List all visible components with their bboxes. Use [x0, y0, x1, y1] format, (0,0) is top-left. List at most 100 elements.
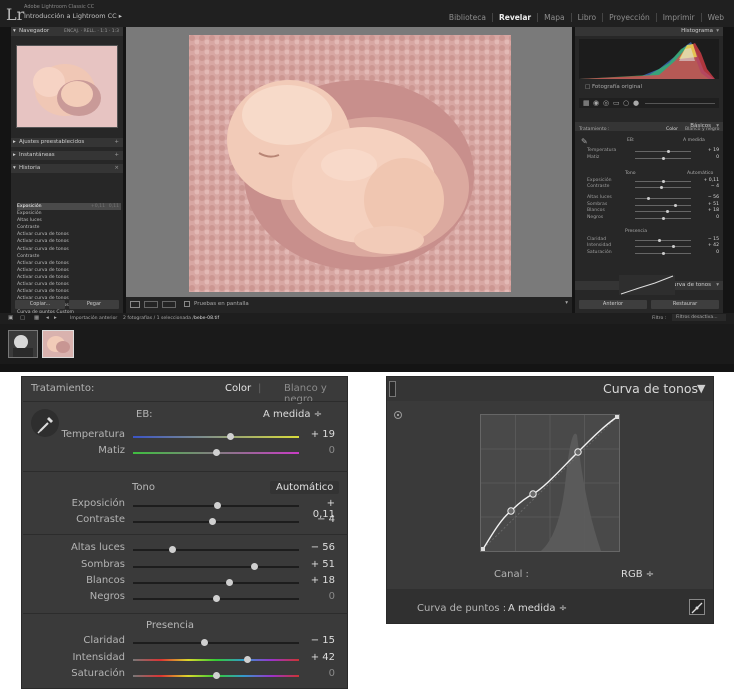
- slider-thumb[interactable]: [225, 579, 233, 586]
- mini-slider-thumb[interactable]: [661, 156, 665, 160]
- before-after-icon[interactable]: [162, 301, 176, 308]
- graduated-filter-icon[interactable]: ▭: [613, 99, 620, 107]
- slider-track[interactable]: [133, 672, 299, 679]
- back-icon[interactable]: ◂: [46, 315, 49, 321]
- tool-slider[interactable]: [645, 103, 715, 104]
- spot-removal-icon[interactable]: ◉: [593, 99, 599, 107]
- treatment-color-option[interactable]: Color: [666, 127, 678, 132]
- tone-curve-graph[interactable]: [480, 414, 620, 552]
- module-mapa[interactable]: Mapa: [537, 13, 570, 22]
- slider-value[interactable]: − 56: [305, 542, 335, 553]
- collapse-icon[interactable]: ▼: [697, 382, 705, 395]
- slider-track[interactable]: [133, 595, 299, 602]
- curve-preview[interactable]: [619, 275, 675, 295]
- slider-track[interactable]: [133, 639, 299, 646]
- slider-value[interactable]: + 42: [305, 652, 335, 663]
- history-header[interactable]: ▾ Historia ×: [11, 164, 123, 173]
- paste-button[interactable]: Pegar: [69, 300, 119, 309]
- module-revelar[interactable]: Revelar: [491, 13, 537, 22]
- history-item[interactable]: Altas luces: [17, 217, 121, 224]
- reset-button[interactable]: Restaurar: [651, 300, 719, 309]
- slider-track[interactable]: [133, 433, 299, 440]
- mini-slider-thumb[interactable]: [661, 216, 665, 220]
- history-item[interactable]: Exposición: [17, 210, 121, 217]
- mini-slider-thumb[interactable]: [674, 203, 678, 207]
- module-imprimir[interactable]: Imprimir: [655, 13, 701, 22]
- history-item[interactable]: Activar curva de tonos: [17, 281, 121, 288]
- compare-view-icon[interactable]: [144, 301, 158, 308]
- slider-thumb[interactable]: [200, 639, 208, 646]
- filter-select[interactable]: Filtros desactiva...: [672, 314, 726, 321]
- navigator-preview[interactable]: [16, 45, 118, 128]
- original-photo-label[interactable]: □ Fotografía original: [585, 84, 642, 90]
- history-item[interactable]: Contraste: [17, 224, 121, 231]
- window-1-icon[interactable]: ▣: [8, 315, 13, 321]
- auto-button[interactable]: Automático: [687, 171, 713, 176]
- slider-thumb[interactable]: [212, 672, 220, 679]
- slider-thumb[interactable]: [209, 518, 217, 525]
- mini-slider-row[interactable]: Saturación 0: [579, 250, 719, 258]
- previous-button[interactable]: Anterior: [579, 300, 647, 309]
- slider-track[interactable]: [133, 449, 299, 456]
- photo[interactable]: [189, 35, 511, 292]
- slider-value[interactable]: + 51: [305, 559, 335, 570]
- red-eye-icon[interactable]: ◎: [603, 99, 609, 107]
- slider-thumb[interactable]: [212, 449, 220, 456]
- catalog-name[interactable]: Introducción a Lightroom CC ▸: [24, 12, 122, 20]
- mini-slider-track[interactable]: [635, 198, 691, 199]
- target-adjust-icon[interactable]: [394, 411, 402, 419]
- mini-slider-row[interactable]: Contraste − 4: [579, 184, 719, 192]
- module-libro[interactable]: Libro: [570, 13, 603, 22]
- filename[interactable]: bebe-08.tif: [194, 316, 219, 321]
- slider-track[interactable]: [133, 656, 299, 663]
- panel-switch-icon[interactable]: [389, 381, 396, 397]
- slider-track[interactable]: [133, 563, 299, 570]
- forward-icon[interactable]: ▸: [54, 315, 57, 321]
- mini-slider-track[interactable]: [635, 240, 691, 241]
- mini-slider-row[interactable]: Matiz 0: [579, 155, 719, 163]
- zoom-options[interactable]: ENCAJ. · RELL. · 1:1 · 1:3: [64, 27, 119, 36]
- slider-value[interactable]: 0: [305, 445, 335, 456]
- crop-icon[interactable]: ▦: [583, 99, 590, 107]
- slider-thumb[interactable]: [227, 433, 235, 440]
- slider-track[interactable]: [133, 518, 299, 525]
- history-item[interactable]: Contraste: [17, 253, 121, 260]
- history-item[interactable]: Activar curva de tonos: [17, 274, 121, 281]
- module-proyección[interactable]: Proyección: [602, 13, 656, 22]
- mini-slider-track[interactable]: [635, 205, 691, 206]
- slider-value[interactable]: + 18: [305, 575, 335, 586]
- histogram-header[interactable]: Histograma ▾: [575, 27, 723, 36]
- auto-tone-button[interactable]: Automático: [270, 481, 340, 494]
- copy-button[interactable]: Copiar...: [15, 300, 65, 309]
- grid-icon[interactable]: ▦: [34, 315, 39, 321]
- slider-thumb[interactable]: [169, 546, 177, 553]
- history-item[interactable]: Activar curva de tonos: [17, 231, 121, 238]
- slider-thumb[interactable]: [250, 563, 258, 570]
- mini-slider-thumb[interactable]: [657, 238, 661, 242]
- history-item[interactable]: Activar curva de tonos: [17, 246, 121, 253]
- history-item[interactable]: Activar curva de tonos: [17, 267, 121, 274]
- history-item[interactable]: Activar curva de tonos: [17, 288, 121, 295]
- histogram[interactable]: [579, 39, 719, 79]
- treatment-color-option[interactable]: Color: [225, 383, 251, 394]
- slider-value[interactable]: 0: [305, 591, 335, 602]
- slider-value[interactable]: + 19: [305, 429, 335, 440]
- channel-select[interactable]: RGB ÷: [621, 569, 654, 580]
- module-web[interactable]: Web: [700, 13, 730, 22]
- mini-slider-thumb[interactable]: [646, 196, 650, 200]
- module-biblioteca[interactable]: Biblioteca: [443, 13, 492, 22]
- snapshots-header[interactable]: ▸ Instantáneas +: [11, 151, 123, 160]
- wb-select[interactable]: A medida: [683, 138, 705, 143]
- slider-thumb[interactable]: [212, 595, 220, 602]
- thumbnail-2[interactable]: [42, 330, 74, 358]
- mini-slider-row[interactable]: Negros 0: [579, 215, 719, 223]
- source-label[interactable]: Importación anterior: [70, 316, 117, 321]
- edit-curve-icon[interactable]: [689, 599, 705, 615]
- slider-value[interactable]: − 15: [305, 635, 335, 646]
- treatment-bw-option[interactable]: Blanco y negro: [685, 127, 719, 132]
- thumbnail-1[interactable]: [8, 330, 38, 358]
- mini-slider-thumb[interactable]: [665, 209, 669, 213]
- history-item[interactable]: Activar curva de tonos: [17, 260, 121, 267]
- history-item[interactable]: Activar curva de tonos: [17, 238, 121, 245]
- mini-slider-track[interactable]: [635, 246, 691, 247]
